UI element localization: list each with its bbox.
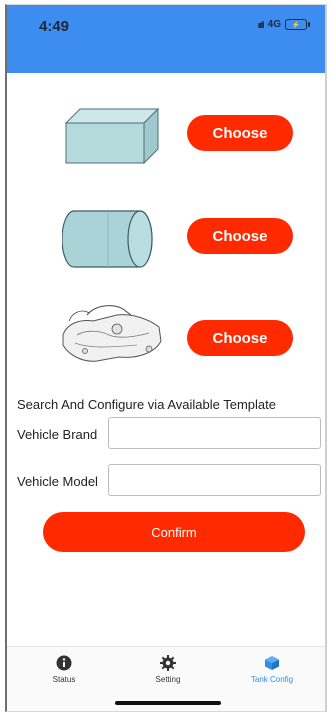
vehicle-model-input[interactable] [108, 464, 321, 496]
network-label: 4G [267, 19, 281, 30]
template-section-title: Search And Configure via Available Templ… [17, 397, 276, 412]
choose-rectangular-button[interactable]: Choose [187, 115, 293, 151]
tab-tank-config-label: Tank Config [250, 675, 294, 684]
status-indicators: ııll 4G ⚡ [257, 19, 310, 30]
status-time: 4:49 [39, 18, 70, 35]
choose-vehicle-button[interactable]: Choose [187, 320, 293, 356]
vehicle-brand-label: Vehicle Brand [17, 427, 98, 442]
tab-setting-label: Setting [155, 675, 181, 684]
status-bar: 4:49 ııll 4G ⚡ [7, 5, 325, 73]
tab-setting[interactable]: Setting [118, 655, 218, 684]
confirm-button[interactable]: Confirm [43, 512, 305, 552]
tab-status[interactable]: Status [14, 655, 114, 684]
home-indicator [115, 701, 221, 705]
tab-tank-config[interactable]: Tank Config [222, 655, 322, 684]
rectangular-tank-icon [64, 107, 160, 165]
gear-icon [160, 655, 176, 671]
info-icon [56, 655, 72, 671]
vehicle-tank-icon [62, 305, 162, 362]
vehicle-brand-input[interactable] [108, 417, 321, 449]
cylindrical-tank-icon [62, 210, 153, 268]
signal-icon: ııll [257, 19, 265, 30]
phone-screen: 4:49 ııll 4G ⚡ Choose Choose Choose Sear… [5, 4, 327, 712]
tab-bar: Status Setting Tank Config [7, 646, 325, 711]
tab-status-label: Status [52, 675, 76, 684]
battery-icon: ⚡ [285, 19, 310, 30]
choose-cylindrical-button[interactable]: Choose [187, 218, 293, 254]
vehicle-model-label: Vehicle Model [17, 474, 98, 489]
cube-icon [265, 656, 279, 670]
